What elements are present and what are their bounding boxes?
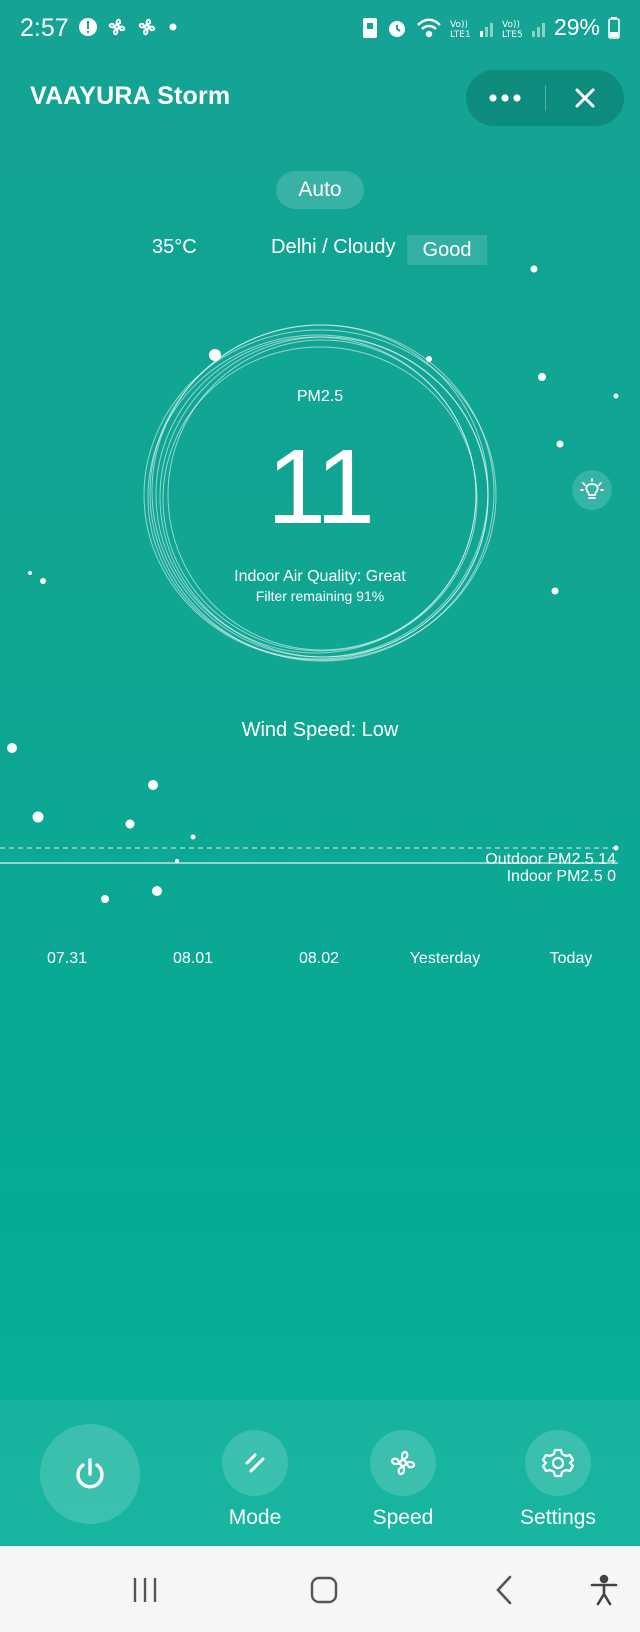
settings-label: Settings xyxy=(520,1506,596,1529)
close-button[interactable] xyxy=(546,70,625,126)
signal-icon: Vo))LTE1 xyxy=(450,20,493,39)
more-button[interactable] xyxy=(466,70,545,126)
back-button[interactable] xyxy=(484,1572,524,1608)
gear-icon xyxy=(542,1448,574,1478)
fan-icon xyxy=(138,18,156,36)
outdoor-series-label: Outdoor PM2.5 14 xyxy=(485,851,616,868)
recent-apps-icon xyxy=(133,1578,157,1602)
recent-apps-button[interactable] xyxy=(125,1572,165,1608)
svg-text:Vo)): Vo)) xyxy=(502,20,520,30)
svg-text:LTE5: LTE5 xyxy=(502,30,523,39)
battery-icon xyxy=(608,16,620,39)
svg-text:Vo)): Vo)) xyxy=(450,20,468,30)
alert-icon xyxy=(79,18,97,36)
wifi-icon xyxy=(417,18,441,37)
accessibility-icon xyxy=(590,1574,618,1606)
svg-text:LTE1: LTE1 xyxy=(450,30,471,39)
x-tick-label: Today xyxy=(549,950,593,967)
dot-icon xyxy=(169,23,177,31)
x-tick-label: Yesterday xyxy=(409,950,481,967)
speed-circle xyxy=(370,1430,436,1496)
settings-button[interactable]: Settings xyxy=(498,1430,618,1530)
battery-percent: 29% xyxy=(553,14,600,40)
status-time: 2:57 xyxy=(20,14,69,42)
accessibility-button[interactable] xyxy=(584,1572,624,1608)
settings-circle xyxy=(525,1430,591,1496)
mode-icon xyxy=(245,1453,265,1473)
fan-icon xyxy=(108,18,126,36)
signal-icon: Vo))LTE5 xyxy=(502,20,545,39)
app-title: VAAYURA Storm xyxy=(30,82,231,110)
mode-label: Mode xyxy=(228,1506,282,1529)
power-button[interactable] xyxy=(40,1424,140,1524)
fan-speed-icon xyxy=(390,1450,416,1476)
speed-label: Speed xyxy=(372,1506,434,1529)
more-icon xyxy=(489,94,521,102)
x-tick-label: 07.31 xyxy=(46,950,88,967)
back-icon xyxy=(496,1575,512,1605)
wind-speed: Wind Speed: Low xyxy=(241,719,399,741)
mode-circle xyxy=(222,1430,288,1496)
close-icon xyxy=(575,88,595,108)
indoor-series-label: Indoor PM2.5 0 xyxy=(506,868,616,885)
x-tick-label: 08.02 xyxy=(298,950,340,967)
outdoor-latest-point xyxy=(613,845,619,851)
home-button[interactable] xyxy=(304,1572,344,1608)
alarm-icon xyxy=(388,20,405,37)
mode-chip[interactable]: Auto xyxy=(276,171,364,209)
system-icons: Vo)) LTE1 Vo)) LTE5 29% xyxy=(362,14,620,41)
x-tick-label: 08.01 xyxy=(172,950,214,967)
status-bar: 2:57 Vo)) LTE1 Vo)) LTE5 29% xyxy=(0,0,640,58)
power-icon xyxy=(76,1458,104,1489)
speed-button[interactable]: Speed xyxy=(343,1430,463,1530)
sim-icon xyxy=(362,17,377,38)
notification-icons xyxy=(78,16,180,38)
home-icon xyxy=(310,1576,338,1604)
mini-program-capsule xyxy=(466,70,624,126)
mode-button[interactable]: Mode xyxy=(195,1430,315,1530)
